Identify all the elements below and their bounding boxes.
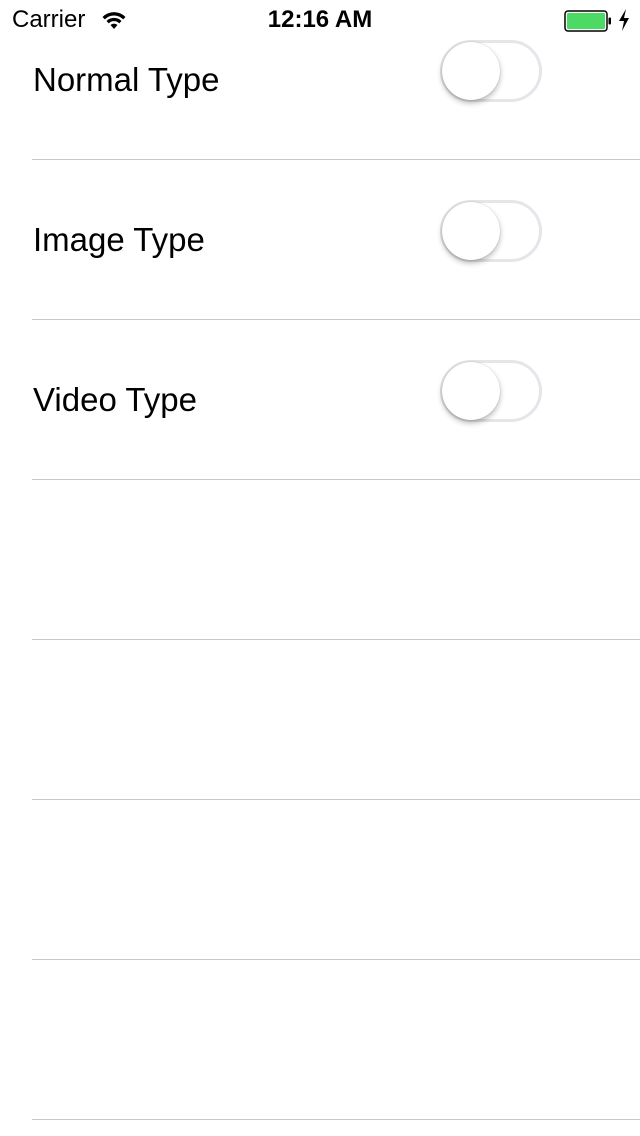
empty-row (0, 960, 640, 1120)
row-normal-type: Normal Type (0, 0, 640, 160)
row-label-image-type: Image Type (33, 221, 205, 258)
switch-knob (442, 202, 500, 260)
row-video-type: Video Type (0, 320, 640, 480)
row-label-normal-type: Normal Type (33, 61, 220, 98)
switch-knob (442, 362, 500, 420)
normal-type-switch[interactable] (440, 40, 542, 102)
empty-row (0, 640, 640, 800)
switch-knob (442, 42, 500, 100)
video-type-switch[interactable] (440, 360, 542, 422)
row-separator (32, 1119, 640, 1120)
row-label-video-type: Video Type (33, 381, 197, 418)
empty-row (0, 800, 640, 960)
empty-row (0, 480, 640, 640)
row-image-type: Image Type (0, 160, 640, 320)
image-type-switch[interactable] (440, 200, 542, 262)
